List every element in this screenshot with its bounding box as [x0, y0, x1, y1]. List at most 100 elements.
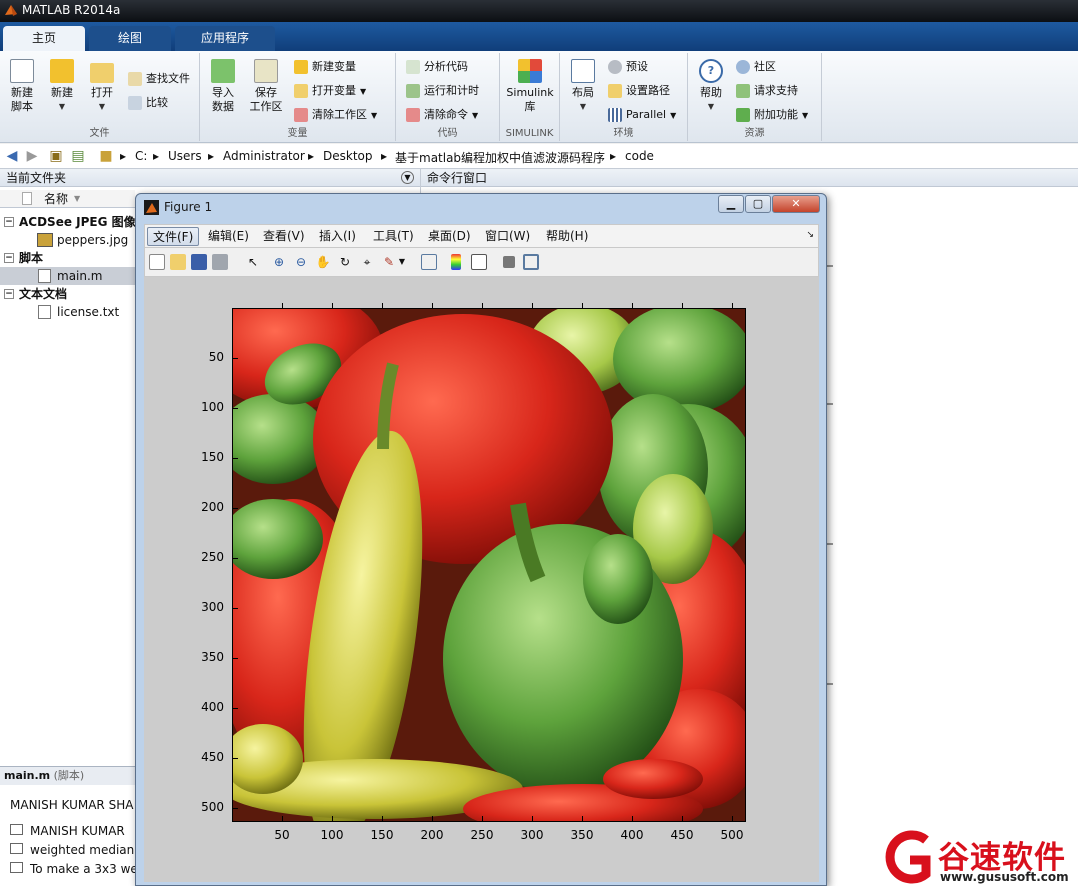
set-path-icon	[608, 84, 622, 98]
sort-arrow-icon: ▼	[74, 194, 81, 203]
open-dropdown-icon: ▼	[98, 102, 106, 111]
menu-view[interactable]: 查看(V)	[258, 227, 310, 246]
figure-window[interactable]: Figure 1 ▁ ▢ ✕ 文件(F) 编辑(E) 查看(V) 插入(I) 工…	[135, 193, 827, 886]
breadcrumb-sep-icon: ▸	[208, 149, 215, 163]
group-label-variable: 变量	[287, 128, 308, 139]
community-button[interactable]: 社区	[736, 57, 776, 77]
browse-folder-icon[interactable]: ▤	[70, 148, 86, 164]
breadcrumb-users[interactable]: Users	[168, 149, 202, 163]
new-script-icon	[10, 59, 34, 83]
zoom-out-icon[interactable]: ⊖	[293, 254, 309, 270]
open-button[interactable]: 打开 ▼	[83, 59, 121, 114]
legend-icon[interactable]	[471, 254, 487, 270]
up-folder-icon[interactable]: ▣	[48, 148, 64, 164]
find-files-icon	[128, 72, 142, 86]
print-icon[interactable]	[212, 254, 228, 270]
breadcrumb-code[interactable]: code	[625, 149, 654, 163]
clear-commands-dropdown-icon: ▼	[472, 111, 479, 120]
x-tick-mark	[732, 816, 733, 821]
parallel-button[interactable]: Parallel ▼	[608, 105, 676, 125]
tab-plots[interactable]: 绘图	[89, 26, 171, 51]
new-variable-button[interactable]: 新建变量	[294, 57, 356, 77]
y-tick-mark	[233, 408, 238, 409]
close-button[interactable]: ✕	[772, 195, 820, 213]
menu-file[interactable]: 文件(F)	[147, 227, 200, 246]
help-button[interactable]: ? 帮助 ▼	[692, 59, 730, 114]
clear-commands-button[interactable]: 清除命令 ▼	[406, 105, 478, 125]
collapse-icon[interactable]: −	[4, 253, 14, 263]
file-item-peppers[interactable]: peppers.jpg	[0, 231, 135, 249]
group-jpeg[interactable]: − ACDSee JPEG 图像	[0, 213, 136, 231]
script-file-icon	[38, 269, 51, 283]
forward-arrow-icon[interactable]: ▶	[24, 148, 40, 164]
image-axes[interactable]	[232, 308, 746, 822]
new-script-button[interactable]: 新建 脚本	[3, 59, 41, 114]
save-workspace-button[interactable]: 保存 工作区	[246, 59, 286, 114]
menu-tools[interactable]: 工具(T)	[368, 227, 419, 246]
y-tick-label: 150	[201, 450, 224, 464]
menu-help[interactable]: 帮助(H)	[541, 227, 593, 246]
new-button[interactable]: 新建 ▼	[43, 59, 81, 114]
open-variable-button[interactable]: 打开变量 ▼	[294, 81, 366, 101]
file-column-icon	[22, 192, 32, 205]
pan-hand-icon[interactable]: ✋	[315, 254, 331, 270]
zoom-in-icon[interactable]: ⊕	[271, 254, 287, 270]
clear-workspace-button[interactable]: 清除工作区 ▼	[294, 105, 377, 125]
group-text-docs[interactable]: − 文本文档	[0, 285, 135, 303]
open-file-icon[interactable]	[170, 254, 186, 270]
rotate-3d-icon[interactable]: ↻	[337, 254, 353, 270]
y-tick-mark	[233, 758, 238, 759]
menu-window[interactable]: 窗口(W)	[480, 227, 535, 246]
brush-icon[interactable]: ✎	[381, 254, 397, 270]
file-item-main[interactable]: main.m	[0, 267, 135, 285]
data-cursor-icon[interactable]: ⌖	[359, 254, 375, 270]
link-plot-icon[interactable]	[421, 254, 437, 270]
analyze-code-button[interactable]: 分析代码	[406, 57, 468, 77]
simulink-library-button[interactable]: Simulink 库	[504, 59, 556, 114]
maximize-button[interactable]: ▢	[745, 195, 771, 213]
tab-apps[interactable]: 应用程序	[175, 26, 275, 51]
pointer-icon[interactable]: ↖	[245, 254, 261, 270]
compare-button[interactable]: 比较	[128, 93, 168, 113]
file-item-license[interactable]: license.txt	[0, 303, 135, 321]
layout-button[interactable]: 布局 ▼	[564, 59, 602, 114]
group-scripts[interactable]: − 脚本	[0, 249, 135, 267]
breadcrumb-c[interactable]: C:	[135, 149, 147, 163]
set-path-button[interactable]: 设置路径	[608, 81, 670, 101]
brush-dropdown-icon[interactable]: ▼	[398, 254, 406, 270]
breadcrumb-desktop[interactable]: Desktop	[323, 149, 373, 163]
clear-workspace-dropdown-icon: ▼	[371, 111, 378, 120]
collapse-icon[interactable]: −	[4, 289, 14, 299]
tab-home[interactable]: 主页	[3, 26, 85, 51]
colorbar-icon[interactable]	[451, 254, 461, 270]
back-arrow-icon[interactable]: ◀	[4, 148, 20, 164]
comment-icon	[10, 843, 23, 854]
run-and-time-button[interactable]: 运行和计时	[406, 81, 479, 101]
breadcrumb-administrator[interactable]: Administrator	[223, 149, 305, 163]
menu-desktop[interactable]: 桌面(D)	[423, 227, 476, 246]
minimize-button[interactable]: ▁	[718, 195, 744, 213]
menu-edit[interactable]: 编辑(E)	[203, 227, 254, 246]
breadcrumb-project[interactable]: 基于matlab编程加权中值滤波源码程序	[395, 149, 605, 166]
panel-menu-icon[interactable]: ▼	[401, 171, 414, 184]
x-tick-mark	[282, 816, 283, 821]
preferences-button[interactable]: 预设	[608, 57, 648, 77]
menu-insert[interactable]: 插入(I)	[314, 227, 361, 246]
details-pane: main.m (脚本) MANISH KUMAR SHA MANISH KUMA…	[0, 766, 138, 886]
find-files-button[interactable]: 查找文件	[128, 69, 190, 89]
menu-dock-icon[interactable]: ↘	[806, 230, 814, 240]
clear-workspace-icon	[294, 108, 308, 122]
add-ons-button[interactable]: 附加功能 ▼	[736, 105, 808, 125]
hide-plot-tools-icon[interactable]	[503, 256, 515, 268]
import-data-button[interactable]: 导入 数据	[204, 59, 242, 114]
y-tick-mark	[233, 608, 238, 609]
details-line: MANISH KUMAR	[10, 824, 125, 838]
collapse-icon[interactable]: −	[4, 217, 14, 227]
save-icon[interactable]	[191, 254, 207, 270]
new-figure-icon[interactable]	[149, 254, 165, 270]
add-ons-dropdown-icon: ▼	[802, 111, 809, 120]
request-support-button[interactable]: 请求支持	[736, 81, 798, 101]
name-column-header[interactable]: 名称 ▼	[0, 190, 135, 208]
show-plot-tools-icon[interactable]	[523, 254, 539, 270]
address-bar: ◀ ▶ ▣ ▤ ■ ▸ C: ▸ Users ▸ Administrator ▸…	[0, 144, 1078, 169]
